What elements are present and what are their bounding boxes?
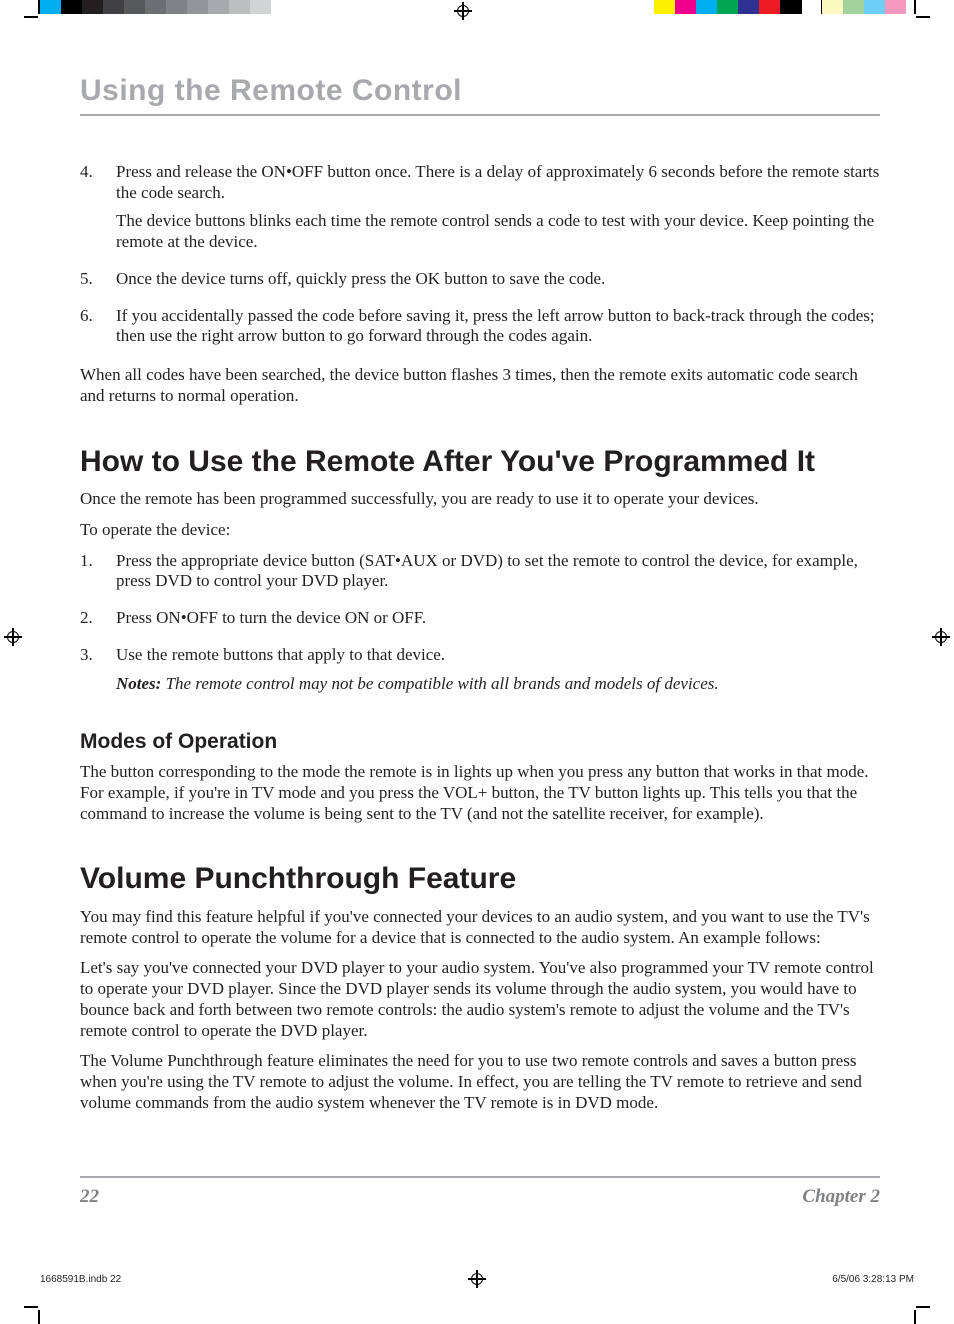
registration-mark-icon <box>468 1270 486 1288</box>
list-item: 6. If you accidentally passed the code b… <box>80 306 880 355</box>
crop-tick <box>38 0 40 14</box>
crop-tick <box>914 1310 916 1324</box>
notes-line: Notes: The remote control may not be com… <box>116 674 880 695</box>
list-item: 5. Once the device turns off, quickly pr… <box>80 269 880 298</box>
section-heading: How to Use the Remote After You've Progr… <box>80 445 880 480</box>
registration-mark-icon <box>4 628 22 646</box>
registration-mark-icon <box>454 2 472 20</box>
body-paragraph: The button corresponding to the mode the… <box>80 762 880 824</box>
registration-mark-icon <box>932 628 950 646</box>
step-text: The device buttons blinks each time the … <box>116 211 880 252</box>
step-number: 1. <box>80 551 98 600</box>
body-paragraph: When all codes have been searched, the d… <box>80 365 880 406</box>
page-footer: 22 Chapter 2 <box>80 1176 880 1208</box>
step-text: Press ON•OFF to turn the device ON or OF… <box>116 608 880 629</box>
crop-tick <box>38 1310 40 1324</box>
slugline: 1668591B.indb 22 6/5/06 3:28:13 PM <box>40 1270 914 1288</box>
step-number: 2. <box>80 608 98 637</box>
list-item: 1. Press the appropriate device button (… <box>80 551 880 600</box>
crop-tick <box>24 1306 38 1308</box>
crop-tick <box>914 0 916 14</box>
crop-tick <box>916 16 930 18</box>
step-text: Press and release the ON•OFF button once… <box>116 162 880 203</box>
slug-file: 1668591B.indb 22 <box>40 1274 121 1285</box>
slug-datetime: 6/5/06 3:28:13 PM <box>832 1274 914 1285</box>
crop-tick <box>916 1306 930 1308</box>
step-text: Press the appropriate device button (SAT… <box>116 551 880 592</box>
body-paragraph: To operate the device: <box>80 520 880 541</box>
list-item: 2. Press ON•OFF to turn the device ON or… <box>80 608 880 637</box>
step-number: 4. <box>80 162 98 261</box>
body-paragraph: Once the remote has been programmed succ… <box>80 489 880 510</box>
section-heading: Volume Punchthrough Feature <box>80 862 880 897</box>
chapter-label: Chapter 2 <box>802 1186 880 1208</box>
step-number: 5. <box>80 269 98 298</box>
body-paragraph: Let's say you've connected your DVD play… <box>80 958 880 1041</box>
list-item: 3. Use the remote buttons that apply to … <box>80 645 880 702</box>
step-number: 3. <box>80 645 98 702</box>
calibration-strip-right <box>654 0 906 14</box>
subsection-heading: Modes of Operation <box>80 730 880 754</box>
notes-body: The remote control may not be compatible… <box>161 674 718 693</box>
page-number: 22 <box>80 1186 99 1208</box>
body-paragraph: You may find this feature helpful if you… <box>80 907 880 948</box>
steps-continued: 4. Press and release the ON•OFF button o… <box>80 162 880 355</box>
notes-label: Notes: <box>116 674 161 693</box>
chapter-title: Using the Remote Control <box>80 74 880 116</box>
list-item: 4. Press and release the ON•OFF button o… <box>80 162 880 261</box>
page-content: Using the Remote Control 4. Press and re… <box>80 74 880 1124</box>
step-text: If you accidentally passed the code befo… <box>116 306 880 347</box>
operate-steps: 1. Press the appropriate device button (… <box>80 551 880 703</box>
step-text: Use the remote buttons that apply to tha… <box>116 645 880 666</box>
crop-tick <box>24 16 38 18</box>
step-text: Once the device turns off, quickly press… <box>116 269 880 290</box>
calibration-strip-left <box>40 0 271 14</box>
step-number: 6. <box>80 306 98 355</box>
body-paragraph: The Volume Punchthrough feature eliminat… <box>80 1051 880 1113</box>
